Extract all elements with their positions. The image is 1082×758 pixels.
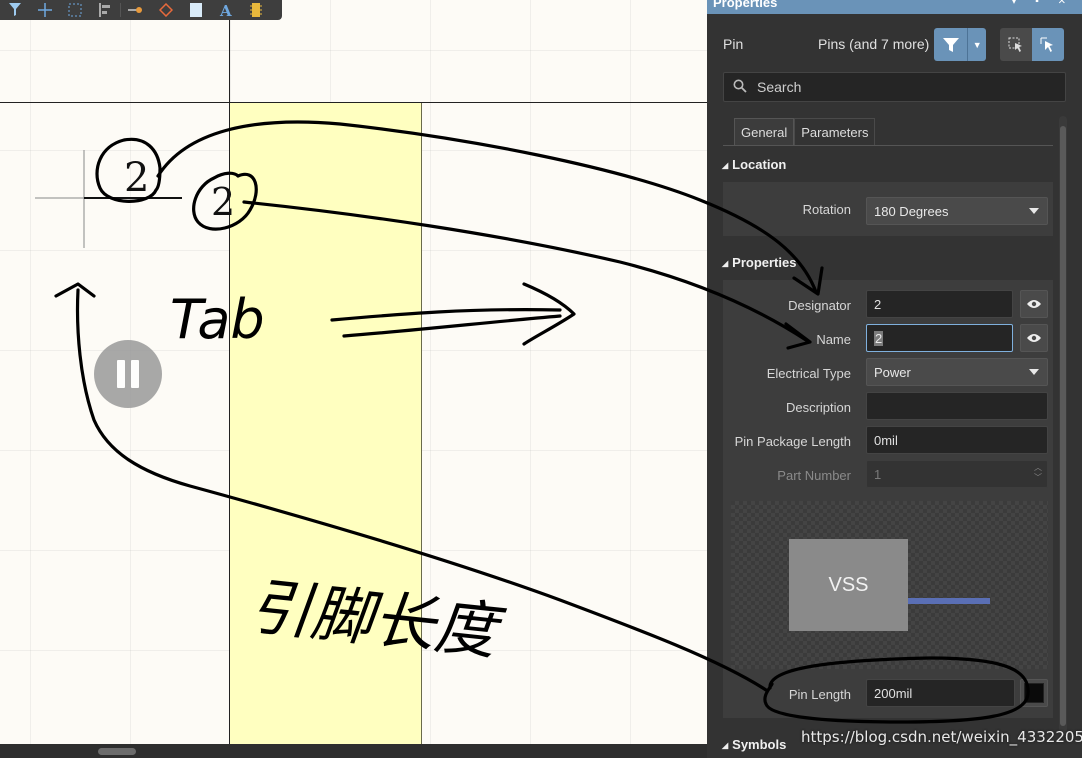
selection-mode-buttons [1000,28,1064,61]
pin-preview: VSS [731,501,1048,669]
tabs-divider [723,145,1053,146]
description-label: Description [785,400,851,415]
name-value: 2 [874,331,884,346]
filter-button[interactable]: ▼ [934,28,986,61]
properties-panel: Properties ▾ ▪ ✕ Pin Pins (and 7 more) ▼… [707,0,1082,758]
collapse-icon: ◢ [722,741,729,750]
rotation-dropdown[interactable]: 180 Degrees [866,197,1048,225]
select-region-icon[interactable] [1000,28,1032,61]
rotation-value: 180 Degrees [874,204,949,219]
object-kind: Pin [723,36,744,52]
object-row: Pin Pins (and 7 more) ▼ [707,28,1082,61]
collapse-icon: ◢ [722,259,729,268]
section-properties[interactable]: ◢ Properties [722,255,796,270]
pause-bar-left [117,360,125,388]
selection-summary: Pins (and 7 more) [818,36,930,52]
pin-length-field[interactable]: 200mil [866,679,1015,707]
section-symbols-label: Symbols [732,737,787,752]
search-placeholder: Search [757,79,802,95]
search-icon [733,79,747,93]
panel-scrollbar-thumb[interactable] [1060,126,1066,726]
panel-scrollbar[interactable] [1059,116,1067,736]
name-field[interactable]: 2 [866,324,1013,352]
part-number-label: Part Number [777,468,851,483]
tab-parameters[interactable]: Parameters [794,118,876,145]
electrical-type-label: Electrical Type [766,366,851,381]
section-properties-label: Properties [732,255,797,270]
designator-field[interactable]: 2 [866,290,1013,318]
horizontal-scrollbar[interactable] [0,744,707,758]
section-symbols[interactable]: ◢ Symbols [722,737,786,752]
spinner-icon: ︿ ﹀ [1034,463,1042,482]
pin-package-length-field[interactable]: 0mil [866,426,1048,454]
pin-package-length-value: 0mil [874,433,898,448]
designator-value: 2 [874,297,882,312]
chevron-down-icon [1029,208,1039,214]
description-field[interactable] [866,392,1048,420]
collapse-icon: ◢ [722,161,729,170]
section-location[interactable]: ◢ Location [722,157,786,172]
panel-title: Properties [713,0,778,10]
tab-general[interactable]: General [734,118,795,145]
scrollbar-thumb[interactable] [98,748,136,755]
watermark-url: https://blog.csdn.net/weixin_43322056 [801,728,1082,746]
pause-button[interactable] [94,340,162,408]
part-number-value: 1 [874,467,882,482]
designator-label: Designator [788,298,851,313]
search-input[interactable]: Search [723,72,1066,102]
name-visibility-icon[interactable] [1020,324,1048,352]
filter-icon [934,28,967,61]
pin-color-swatch[interactable] [1020,679,1048,707]
pin-length-value: 200mil [874,686,913,701]
designator-visibility-icon[interactable] [1020,290,1048,318]
electrical-type-dropdown[interactable]: Power [866,358,1048,386]
schematic-canvas[interactable]: A [0,0,707,744]
electrical-type-value: Power [874,365,911,380]
preview-pin-line [908,598,990,604]
pin-length-label: Pin Length [788,687,851,702]
name-label: Name [816,332,851,347]
panel-window-controls[interactable]: ▾ ▪ ✕ [1012,0,1075,7]
panel-tabs: General Parameters [734,118,876,146]
select-pointer-icon[interactable] [1032,28,1064,61]
chevron-down-icon [1029,369,1039,375]
chevron-down-icon[interactable]: ▼ [967,28,986,61]
panel-header: Properties ▾ ▪ ✕ [707,0,1082,14]
rotation-label: Rotation [802,202,851,217]
section-location-label: Location [732,157,787,172]
preview-pin-name: VSS [828,573,869,596]
preview-body: VSS [789,539,908,631]
pin-color-chip [1024,683,1044,703]
part-number-field: 1 ︿ ﹀ [866,460,1048,488]
pause-bar-right [131,360,139,388]
pin-package-length-label: Pin Package Length [734,434,851,449]
